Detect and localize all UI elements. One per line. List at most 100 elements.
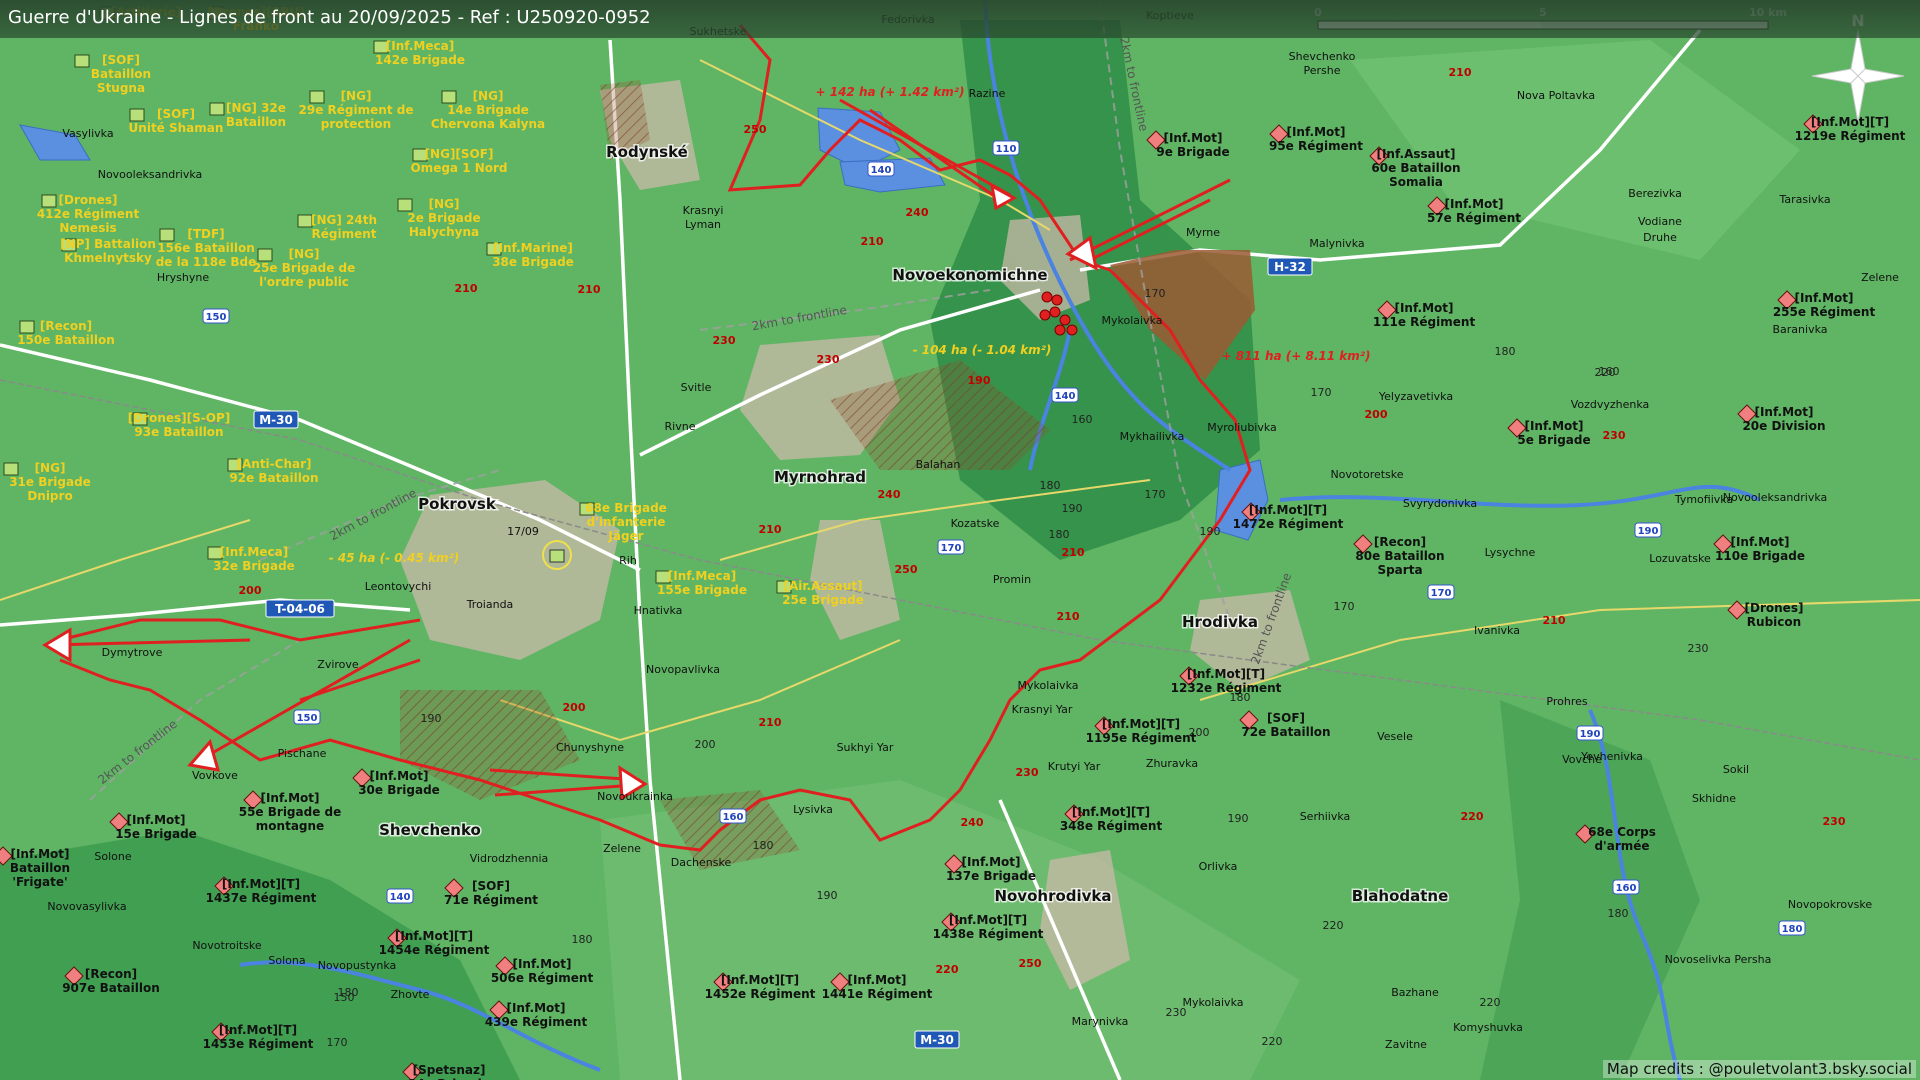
elevation-label: 160 <box>1072 413 1093 426</box>
friendly-unit-marker[interactable]: [Inf.Marine]38e Brigade <box>486 241 574 269</box>
elevation-label: 230 <box>1823 815 1846 828</box>
unit-label: Bataillon <box>10 861 70 875</box>
enemy-unit-marker[interactable]: [Inf.Mot]5e Brigade <box>1507 418 1591 447</box>
road-shield-label: M-30 <box>920 1033 954 1047</box>
friendly-unit-marker[interactable]: [Inf.Meca]142e Brigade <box>373 39 465 67</box>
unit-label: [Recon] <box>85 967 137 981</box>
unit-label: [TDF] <box>187 227 224 241</box>
enemy-unit-marker[interactable]: [Inf.Mot][T]1232e Régiment <box>1171 666 1282 695</box>
unit-label: [SOF] <box>1267 711 1305 725</box>
unit-label: [Recon] <box>1374 535 1426 549</box>
unit-label: 25e Brigade <box>782 593 864 607</box>
enemy-unit-marker[interactable]: [Inf.Mot][T]1195e Régiment <box>1086 716 1197 745</box>
unit-label: 93e Bataillon <box>134 425 223 439</box>
unit-label: 111e Régiment <box>1373 315 1476 329</box>
unit-label: Somalia <box>1389 175 1443 189</box>
unit-label: 150e Bataillon <box>17 333 115 347</box>
unit-label: 439e Régiment <box>485 1015 588 1029</box>
unit-label: 1438e Régiment <box>933 927 1044 941</box>
unit-label: [Inf.Mot] <box>1754 405 1813 419</box>
enemy-unit-marker[interactable]: [Inf.Mot][T]1454e Régiment <box>379 928 490 957</box>
unit-label: Jäger <box>607 529 643 543</box>
enemy-unit-marker[interactable]: [Inf.Mot][T]1453e Régiment <box>203 1022 314 1051</box>
enemy-unit-marker[interactable]: [Inf.Mot]30e Brigade <box>352 768 440 797</box>
unit-label: [Inf.Mot] <box>847 973 906 987</box>
friendly-unit-marker[interactable]: [Inf.Meca]155e Brigade <box>655 569 747 597</box>
friendly-unit-marker[interactable]: [Drones][S-OP]93e Bataillon <box>128 411 231 439</box>
unit-label: l'ordre public <box>259 275 349 289</box>
enemy-unit-marker[interactable]: [Inf.Mot][T]348e Régiment <box>1060 804 1163 833</box>
unit-label: [Inf.Mot][T] <box>219 1023 297 1037</box>
friendly-unit-marker[interactable]: [Air.Assaut]25e Brigade <box>776 579 864 607</box>
unit-label: 907e Bataillon <box>62 981 160 995</box>
unit-label: 68e Corps <box>1588 825 1656 839</box>
minor-place-label: Solone <box>94 850 131 863</box>
unit-label: [NG] <box>289 247 320 261</box>
minor-place-label: Myrne <box>1186 226 1220 239</box>
minor-place-label: Leontovychi <box>365 580 432 593</box>
route-number-badge: 150 <box>293 709 321 725</box>
minor-place-label: Zhuravka <box>1146 757 1198 770</box>
route-number-badge: 140 <box>867 161 895 177</box>
minor-place-label: Marynivka <box>1072 1015 1129 1028</box>
route-number: 190 <box>1638 526 1659 537</box>
minor-place-label: Krasnyi <box>683 204 724 217</box>
minor-place-label: Hryshyne <box>157 271 209 284</box>
map-canvas[interactable]: Rodynské Pokrovsk Myrnohrad Novoekonomichne… <box>0 0 1920 1080</box>
unit-label: [Drones][S-OP] <box>128 411 231 425</box>
unit-label: 29e Régiment de <box>299 103 414 117</box>
elevation-label: 220 <box>1262 1035 1283 1048</box>
unit-label: [Inf.Mot] <box>1730 535 1789 549</box>
minor-place-label: Zelene <box>1861 271 1899 284</box>
enemy-unit-marker[interactable]: [Inf.Mot][T]1438e Régiment <box>933 912 1044 941</box>
unit-label: [Spetsnaz] <box>413 1063 486 1077</box>
elevation-label: 220 <box>1595 366 1616 379</box>
elevation-label: 170 <box>1145 287 1166 300</box>
unit-symbol-icon <box>257 248 273 262</box>
minor-place-label: Vesele <box>1377 730 1413 743</box>
minor-place-label: Novotoretske <box>1330 468 1403 481</box>
friendly-unit-marker[interactable]: [NP] BattalionKhmelnytsky <box>60 237 156 265</box>
elevation-label: 210 <box>759 523 782 536</box>
friendly-unit-marker[interactable]: [NG][SOF]Omega 1 Nord <box>410 147 507 175</box>
enemy-unit-marker[interactable]: [Inf.Mot][T]1472e Régiment <box>1233 502 1344 531</box>
minor-place-label: Baranivka <box>1772 323 1827 336</box>
enemy-unit-marker[interactable]: [Inf.Mot]9e Brigade <box>1146 130 1230 159</box>
area-change-label: - 45 ha (- 0.45 km²) <box>329 551 460 565</box>
minor-place-label: Zvirove <box>317 658 359 671</box>
route-number-badge: 160 <box>1612 879 1640 895</box>
place-label: Novoekonomichne <box>892 266 1047 284</box>
elevation-label: 230 <box>1016 766 1039 779</box>
enemy-unit-marker[interactable]: [Inf.Mot][T]1219e Régiment <box>1795 114 1906 143</box>
unit-label: 348e Régiment <box>1060 819 1163 833</box>
elevation-label: 200 <box>1365 408 1388 421</box>
minor-place-label: Ivanivka <box>1474 624 1520 637</box>
unit-label: protection <box>321 117 391 131</box>
unit-label: 38e Brigade <box>492 255 574 269</box>
enemy-unit-marker[interactable]: [Inf.Mot]20e Division <box>1737 404 1826 433</box>
enemy-unit-marker[interactable]: [Spetsnaz]24e Brigade <box>402 1062 490 1080</box>
elevation-label: 170 <box>1334 600 1355 613</box>
unit-symbol-icon <box>41 194 57 208</box>
minor-place-label: Yelyzavetivka <box>1378 390 1453 403</box>
unit-label: Chervona Kalyna <box>431 117 545 131</box>
enemy-unit-marker[interactable]: [Inf.Mot][T]1452e Régiment <box>705 972 816 1001</box>
friendly-unit-marker[interactable]: [Anti-Char]92e Bataillon <box>227 457 319 485</box>
unit-label: [NG] <box>473 89 504 103</box>
minor-place-label: Zhovte <box>391 988 430 1001</box>
unit-label: d'infanterie <box>587 515 666 529</box>
minor-place-label: Malynivka <box>1309 237 1364 250</box>
route-number-badge: 190 <box>1634 522 1662 538</box>
minor-place-label: Vasylivka <box>62 127 113 140</box>
unit-label: [Inf.Mot] <box>126 813 185 827</box>
unit-label: [Inf.Mot] <box>1444 197 1503 211</box>
friendly-unit-marker[interactable]: [Inf.Meca]32e Brigade <box>207 545 295 573</box>
elevation-label: 200 <box>239 584 262 597</box>
elevation-label: 210 <box>1062 546 1085 559</box>
enemy-unit-marker[interactable]: [Inf.Mot][T]1437e Régiment <box>206 876 317 905</box>
enemy-unit-marker[interactable]: [Inf.Mot]15e Brigade <box>109 812 197 841</box>
elevation-label: 180 <box>1495 345 1516 358</box>
unit-label: [Inf.Mot] <box>369 769 428 783</box>
place-label: Blahodatne <box>1352 887 1449 905</box>
minor-place-label: Svitle <box>681 381 712 394</box>
